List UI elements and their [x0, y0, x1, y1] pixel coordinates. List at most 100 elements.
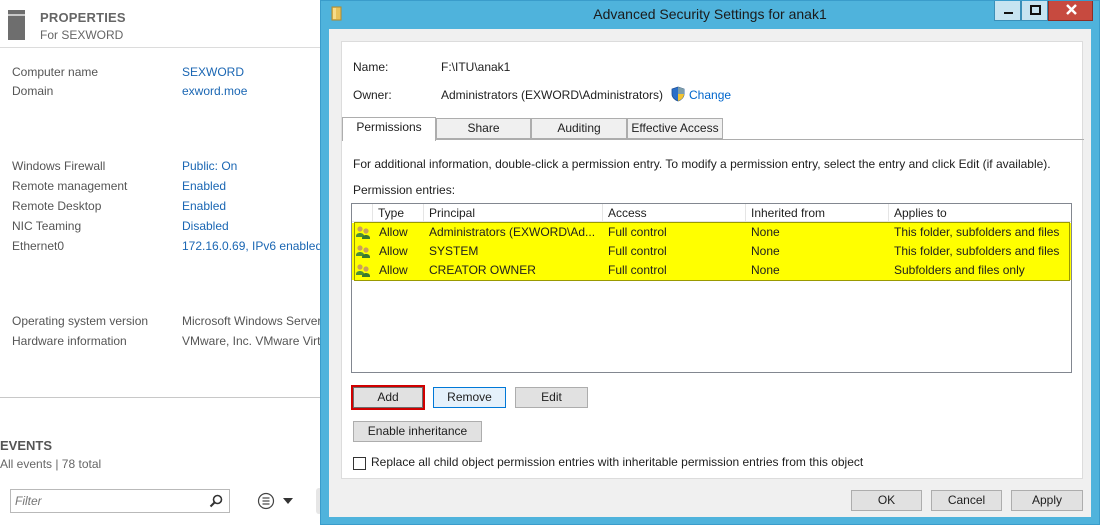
users-icon [356, 226, 370, 239]
owner-value: Administrators (EXWORD\Administrators) [441, 88, 664, 102]
cell-inherited-from: None [751, 263, 780, 277]
cell-applies-to: This folder, subfolders and files [894, 244, 1060, 258]
maximize-button[interactable] [1021, 1, 1048, 21]
cell-inherited-from: None [751, 225, 780, 239]
cell-applies-to: This folder, subfolders and files [894, 225, 1060, 239]
title-bar[interactable]: Advanced Security Settings for anak1 [321, 1, 1099, 28]
list-options-icon[interactable] [256, 491, 296, 511]
prop-row-domain: Domain exword.moe [12, 84, 322, 100]
server-manager-background: PROPERTIES For SEXWORD Computer name SEX… [0, 0, 322, 525]
maximize-icon [1030, 5, 1041, 15]
cell-inherited-from: None [751, 244, 780, 258]
tab-divider [342, 139, 1084, 140]
prop-label: Remote management [12, 179, 128, 193]
prop-value-link[interactable]: Enabled [182, 199, 226, 213]
prop-label: Domain [12, 84, 54, 98]
prop-value-link[interactable]: Disabled [182, 219, 229, 233]
add-button[interactable]: Add [353, 387, 423, 408]
column-header-access[interactable]: Access [602, 204, 745, 222]
column-header-type[interactable]: Type [372, 204, 423, 222]
ok-button[interactable]: OK [851, 490, 922, 511]
column-header-inherited-from[interactable]: Inherited from [745, 204, 888, 222]
prop-value-link[interactable]: Enabled [182, 179, 226, 193]
info-text: For additional information, double-click… [353, 157, 1051, 171]
permission-entries-list[interactable]: Type Principal Access Inherited from App… [351, 203, 1072, 373]
prop-row-hardware: Hardware information VMware, Inc. VMware… [12, 334, 322, 350]
search-icon[interactable] [209, 494, 223, 508]
tab-auditing[interactable]: Auditing [531, 118, 627, 139]
cancel-button[interactable]: Cancel [931, 490, 1002, 511]
dialog-title: Advanced Security Settings for anak1 [593, 6, 827, 22]
change-owner-link[interactable]: Change [689, 88, 731, 102]
cell-principal: Administrators (EXWORD\Ad... [429, 225, 596, 239]
cell-type: Allow [379, 263, 408, 277]
prop-row-firewall: Windows Firewall Public: On [12, 159, 322, 175]
prop-label: Computer name [12, 65, 99, 79]
server-icon [8, 10, 25, 40]
edit-button[interactable]: Edit [515, 387, 588, 408]
settings-panel: Name: F:\ITU\anak1 Owner: Administrators… [341, 41, 1084, 479]
cell-type: Allow [379, 225, 408, 239]
prop-row-computer-name: Computer name SEXWORD [12, 65, 322, 81]
filter-input[interactable] [15, 493, 205, 509]
events-title: EVENTS [0, 438, 53, 453]
tab-share[interactable]: Share [436, 118, 531, 139]
cell-access: Full control [608, 263, 667, 277]
dialog-client-area: Name: F:\ITU\anak1 Owner: Administrators… [329, 29, 1091, 517]
advanced-security-settings-dialog: Advanced Security Settings for anak1 Nam… [320, 0, 1100, 525]
remove-button[interactable]: Remove [433, 387, 506, 408]
prop-value-link[interactable]: SEXWORD [182, 65, 244, 79]
uac-shield-icon [671, 86, 685, 102]
prop-label: Operating system version [12, 314, 149, 328]
prop-value-link[interactable]: Public: On [182, 159, 237, 173]
cell-type: Allow [379, 244, 408, 258]
prop-row-os-version: Operating system version Microsoft Windo… [12, 314, 322, 330]
events-subtitle: All events | 78 total [0, 457, 102, 471]
name-value: F:\ITU\anak1 [441, 60, 511, 74]
filter-box [10, 489, 230, 513]
prop-value-link[interactable]: 172.16.0.69, IPv6 enabled [182, 239, 322, 253]
prop-row-nic-teaming: NIC Teaming Disabled [12, 219, 322, 235]
apply-button[interactable]: Apply [1011, 490, 1083, 511]
prop-label: Remote Desktop [12, 199, 102, 213]
prop-row-remote-management: Remote management Enabled [12, 179, 322, 195]
prop-label: Windows Firewall [12, 159, 106, 173]
properties-subtitle: For SEXWORD [40, 28, 124, 42]
prop-value: VMware, Inc. VMware Virtu [182, 334, 322, 348]
enable-inheritance-button[interactable]: Enable inheritance [353, 421, 482, 442]
properties-panel: PROPERTIES For SEXWORD Computer name SEX… [0, 0, 322, 398]
permission-entry-row[interactable]: Allow Administrators (EXWORD\Ad... Full … [352, 223, 1071, 242]
properties-title: PROPERTIES [40, 10, 126, 25]
cell-principal: SYSTEM [429, 244, 479, 258]
minimize-button[interactable] [994, 1, 1021, 21]
prop-label: Hardware information [12, 334, 127, 348]
prop-label: NIC Teaming [12, 219, 82, 233]
cell-access: Full control [608, 225, 667, 239]
owner-label: Owner: [353, 88, 392, 102]
divider [0, 47, 322, 48]
list-header: Type Principal Access Inherited from App… [352, 204, 1071, 222]
minimize-icon [1004, 12, 1013, 14]
prop-value: Microsoft Windows Server [182, 314, 322, 328]
cell-applies-to: Subfolders and files only [894, 263, 1025, 277]
prop-row-remote-desktop: Remote Desktop Enabled [12, 199, 322, 215]
tab-effective-access[interactable]: Effective Access [627, 118, 723, 139]
cell-principal: CREATOR OWNER [429, 263, 536, 277]
prop-value-link[interactable]: exword.moe [182, 84, 247, 98]
prop-row-ethernet: Ethernet0 172.16.0.69, IPv6 enabled [12, 239, 322, 255]
replace-child-permissions-label[interactable]: Replace all child object permission entr… [371, 455, 863, 469]
permission-entries-label: Permission entries: [353, 183, 456, 197]
tab-permissions[interactable]: Permissions [342, 117, 436, 141]
cell-access: Full control [608, 244, 667, 258]
users-icon [356, 264, 370, 277]
users-icon [356, 245, 370, 258]
permission-entry-row[interactable]: Allow SYSTEM Full control None This fold… [352, 242, 1071, 261]
replace-child-permissions-checkbox[interactable] [353, 457, 366, 470]
permission-entry-row[interactable]: Allow CREATOR OWNER Full control None Su… [352, 261, 1071, 280]
column-header-principal[interactable]: Principal [423, 204, 602, 222]
close-icon [1066, 4, 1077, 15]
column-header-applies-to[interactable]: Applies to [888, 204, 1071, 222]
name-label: Name: [353, 60, 389, 74]
close-button[interactable] [1048, 1, 1093, 21]
prop-label: Ethernet0 [12, 239, 65, 253]
